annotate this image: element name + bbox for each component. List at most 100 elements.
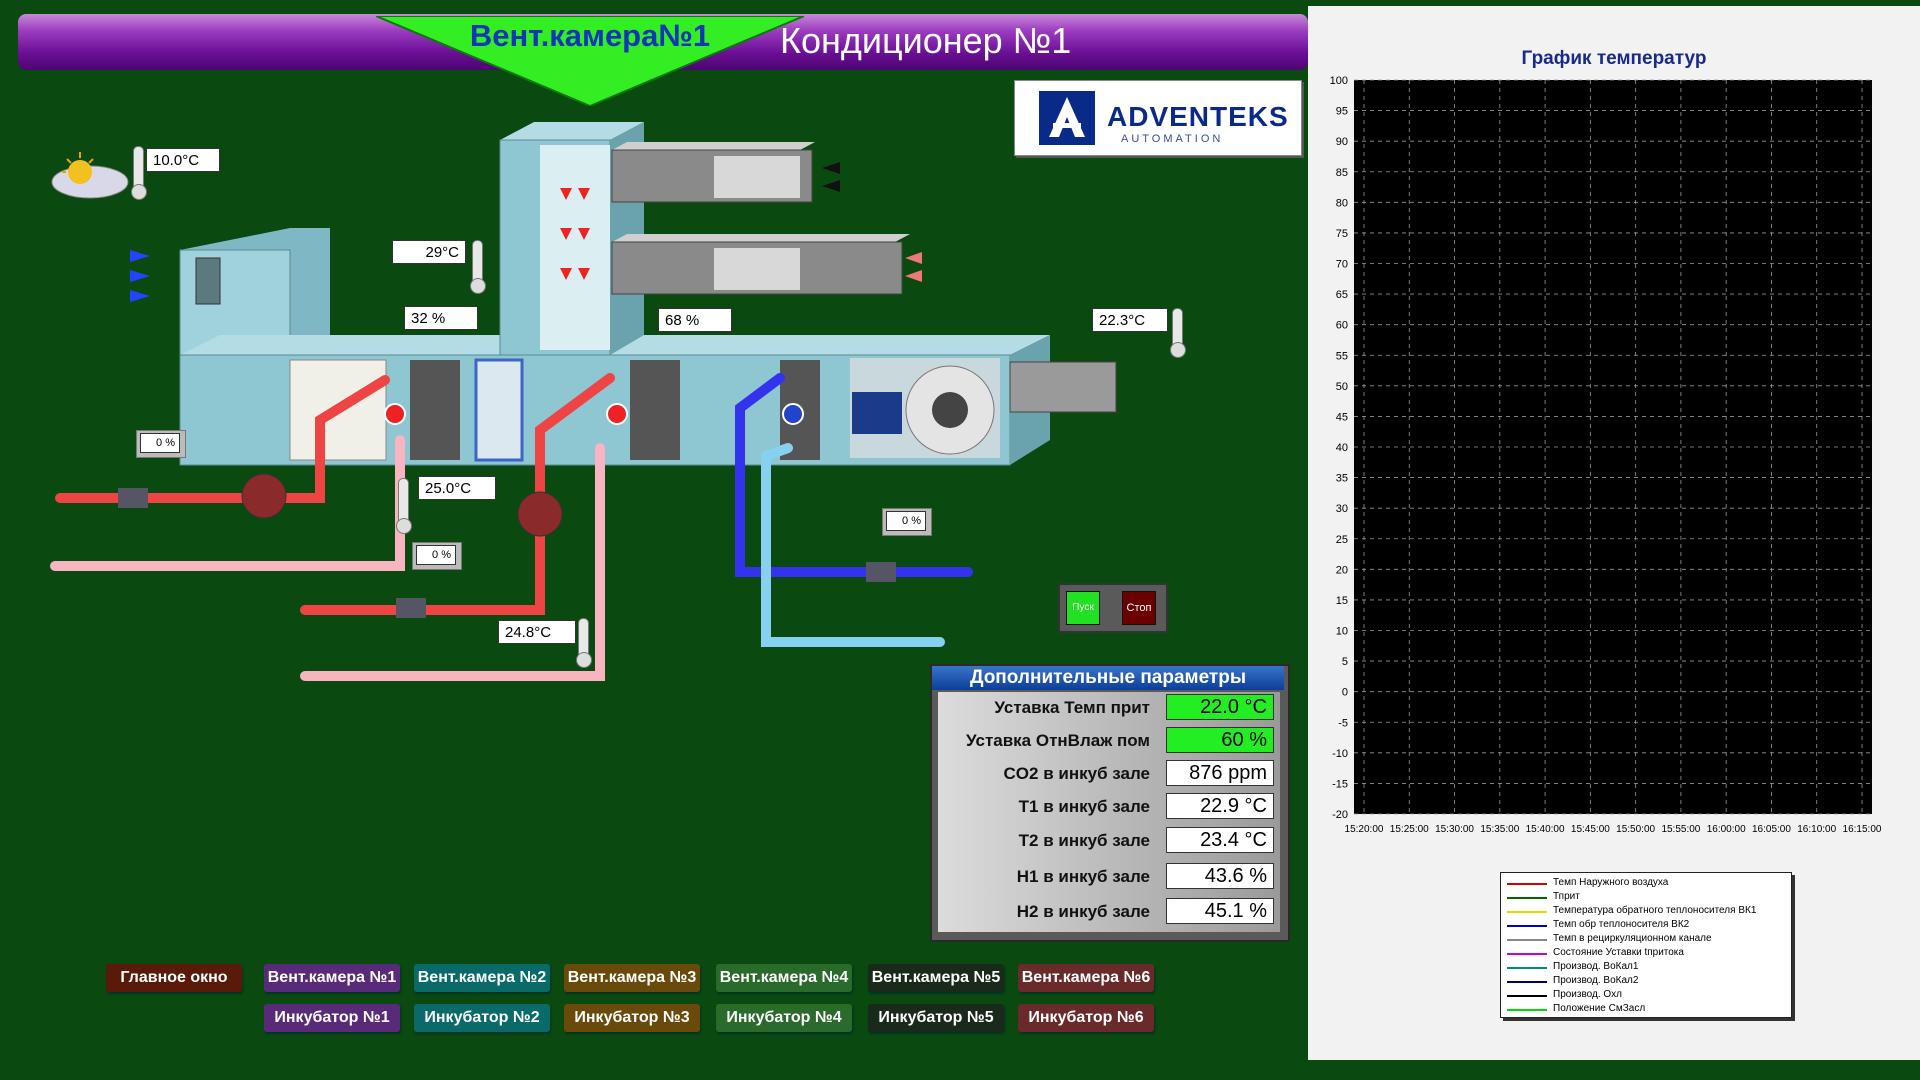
x-tick-label: 15:35:00 [1480,824,1519,835]
temperature-chart: 1009590858075706560555045403530252015105… [1330,75,1882,835]
x-tick-label: 15:50:00 [1616,824,1655,835]
legend-swatch [1507,953,1547,955]
heater2-return-temp: 24.8°C [498,620,576,644]
start-button[interactable]: Пуск [1066,591,1100,625]
x-tick-label: 15:20:00 [1345,824,1384,835]
y-tick-label: -10 [1332,748,1348,760]
param-label: T2 в инкуб зале [1018,831,1150,850]
valve-3-icon [866,562,896,582]
legend-entry: Темп обр теплоносителя ВК2 [1553,919,1690,930]
legend-entry: Тприт [1553,891,1580,902]
x-tick-label: 15:40:00 [1526,824,1565,835]
vent-camera-1-button[interactable]: Вент.камера №1 [264,964,400,992]
y-tick-label: -15 [1332,778,1348,790]
heater1-return-temp: 25.0°C [418,476,496,500]
legend-entry: Положение СмЗасл [1553,1003,1646,1014]
vent-camera-5-button[interactable]: Вент.камера №5 [868,964,1004,992]
param-label: H2 в инкуб зале [1016,902,1150,921]
param-label: CO2 в инкуб зале [1003,764,1150,783]
vent-camera-2-button[interactable]: Вент.камера №2 [414,964,550,992]
legend-swatch [1507,995,1547,997]
humidity-setpoint-input[interactable]: 60 % [1166,727,1274,753]
param-label: Уставка ОтнВлаж пом [965,731,1150,750]
x-tick-label: 15:55:00 [1661,824,1700,835]
legend-swatch [1507,925,1547,927]
y-tick-label: 5 [1342,656,1348,668]
vent-camera-3-button[interactable]: Вент.камера №3 [564,964,700,992]
supply-temp: 22.3°C [1092,308,1168,332]
y-tick-label: 65 [1336,289,1348,301]
y-tick-label: 0 [1342,687,1348,699]
x-tick-label: 16:10:00 [1797,824,1836,835]
x-tick-label: 16:00:00 [1707,824,1746,835]
cooler-minus-icon [782,403,804,425]
pump-2-icon [517,491,563,537]
legend-entry: Производ. ВоКал2 [1553,975,1639,986]
x-tick-label: 15:45:00 [1571,824,1610,835]
outdoor-temp: 10.0°C [146,148,220,172]
y-tick-label: 75 [1336,228,1348,240]
outdoor-thermometer-icon [131,146,147,200]
y-tick-label: 50 [1336,381,1348,393]
y-tick-label: -5 [1338,717,1348,729]
legend-swatch [1507,883,1547,885]
incubator-3-button[interactable]: Инкубатор №3 [564,1004,700,1032]
y-tick-label: 55 [1336,350,1348,362]
exhaust-arrows [822,162,840,192]
co2-value: 876 ppm [1166,760,1274,786]
heater2-plus-icon [606,403,628,425]
valve-2-icon [396,598,426,618]
legend-swatch [1507,911,1547,913]
incubator-5-button[interactable]: Инкубатор №5 [868,1004,1004,1032]
legend-swatch [1507,939,1547,941]
incubator-4-button[interactable]: Инкубатор №4 [716,1004,852,1032]
legend-swatch [1507,1009,1547,1011]
y-tick-label: 10 [1336,626,1348,638]
inlet-arrows [130,250,150,302]
y-tick-label: 95 [1336,106,1348,118]
y-tick-label: 80 [1336,197,1348,209]
pump-1-icon [241,473,287,519]
y-tick-label: 30 [1336,503,1348,515]
legend-entry: Температура обратного теплоносителя ВК1 [1553,905,1757,916]
cooler-return-pipe [761,443,945,647]
t1-value: 22.9 °C [1166,793,1274,819]
supply-thermometer-icon [1170,308,1186,358]
y-tick-label: 100 [1330,75,1348,87]
heater2-thermometer-icon [576,618,592,668]
y-tick-label: 40 [1336,442,1348,454]
valve-3-position: 0 % [886,511,926,531]
y-tick-label: 20 [1336,564,1348,576]
legend-entry: Состояние Уставки tпритока [1553,947,1684,958]
y-tick-label: 45 [1336,411,1348,423]
vent-camera-4-button[interactable]: Вент.камера №4 [716,964,852,992]
h2-value: 45.1 % [1166,898,1274,924]
params-title: Дополнительные параметры [932,666,1284,690]
legend-entry: Темп Наружного воздуха [1553,877,1669,888]
h1-value: 43.6 % [1166,863,1274,889]
legend-entry: Производ. Охл [1553,989,1622,1000]
y-tick-label: 25 [1336,534,1348,546]
y-tick-label: 60 [1336,320,1348,332]
vent-camera-6-button[interactable]: Вент.камера №6 [1018,964,1154,992]
main-duct [179,122,1117,466]
supply-temp-setpoint-input[interactable]: 22.0 °C [1166,694,1274,720]
x-tick-label: 15:25:00 [1390,824,1429,835]
damper-left-position: 32 % [404,306,478,330]
heater1-thermometer-icon [396,478,412,534]
main-window-button[interactable]: Главное окно [106,964,242,992]
damper-right-position: 68 % [658,308,732,332]
legend-swatch [1507,897,1547,899]
incubator-1-button[interactable]: Инкубатор №1 [264,1004,400,1032]
y-tick-label: 70 [1336,259,1348,271]
param-label: Уставка Темп прит [994,698,1150,717]
valve-2-position: 0 % [416,545,456,565]
incubator-2-button[interactable]: Инкубатор №2 [414,1004,550,1032]
return-arrows [905,252,922,282]
valve-1-icon [118,488,148,508]
y-tick-label: -20 [1332,809,1348,821]
legend-swatch [1507,981,1547,983]
incubator-6-button[interactable]: Инкубатор №6 [1018,1004,1154,1032]
stop-button[interactable]: Стоп [1122,591,1156,625]
param-label: T1 в инкуб зале [1018,797,1150,816]
